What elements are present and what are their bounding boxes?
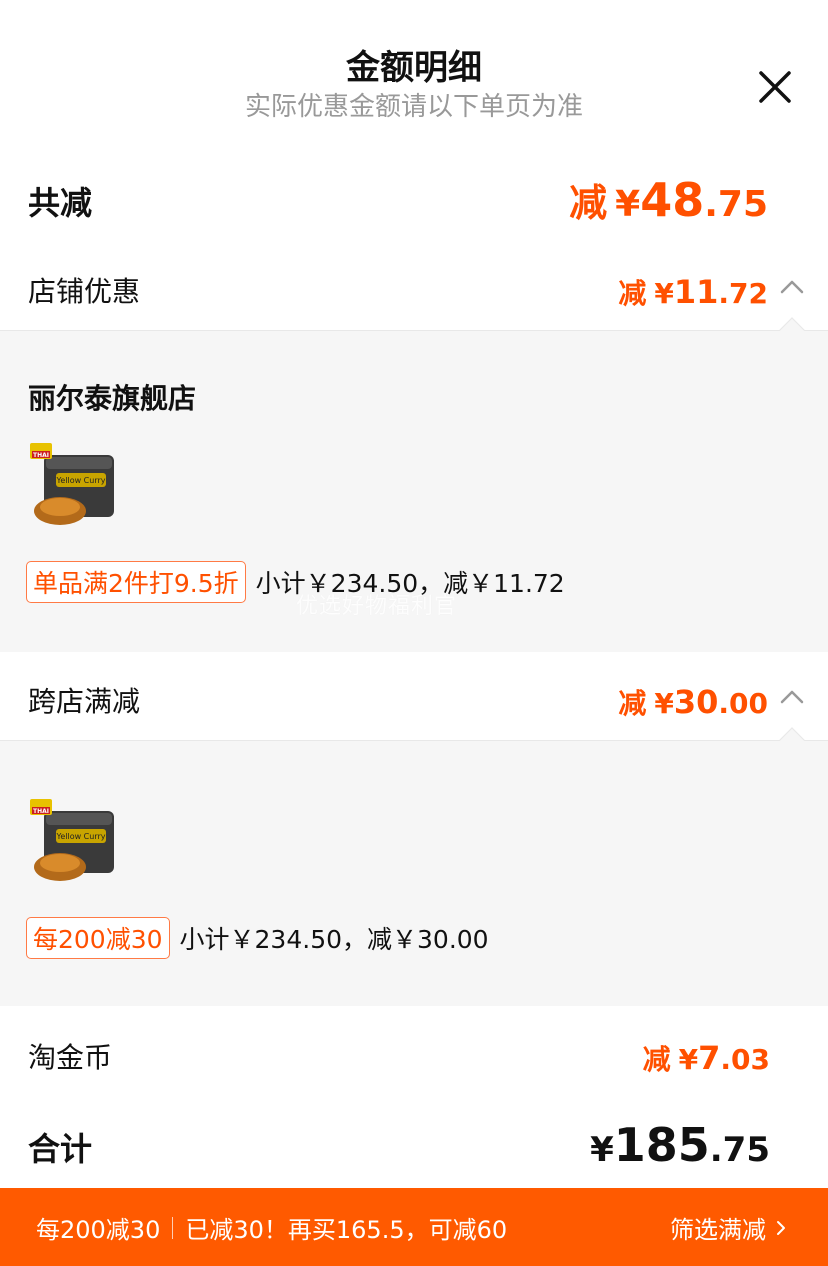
amount-decimal: .03 <box>720 1043 770 1076</box>
svg-text:Yellow Curry: Yellow Curry <box>56 476 106 485</box>
cross-store-label: 跨店满减 <box>28 685 141 718</box>
promo-status: 每200减30 已减30！再买165.5，可减60 <box>36 1210 507 1245</box>
currency-symbol: ¥ <box>678 1043 699 1076</box>
promo-detail: 小计￥234.50，减￥30.00 <box>179 925 489 954</box>
total-discount-label: 共减 <box>28 184 93 222</box>
product-thumbnail[interactable]: Yellow Curry THAI <box>26 797 118 889</box>
sum-label: 合计 <box>28 1130 93 1168</box>
store-discount-amount[interactable]: 减 ¥ 11 .72 <box>618 272 768 312</box>
discount-prefix: 减 <box>642 1043 671 1076</box>
currency-symbol: ¥ <box>590 1130 614 1170</box>
sheet-subtitle: 实际优惠金额请以下单页为准 <box>244 92 583 122</box>
coins-label: 淘金币 <box>28 1041 113 1074</box>
currency-symbol: ¥ <box>654 277 674 310</box>
cross-store-panel: Yellow Curry THAI 每200减30 小计￥234.50，减￥30… <box>0 727 828 1006</box>
amount-detail-sheet: 金额明细 实际优惠金额请以下单页为准 共减 减 ¥ 48 .75 店铺优惠 减 … <box>0 0 828 1266</box>
coins-amount: 减 ¥ 7 .03 <box>643 1038 770 1078</box>
amount-integer: 7 <box>698 1039 721 1077</box>
shop-name[interactable]: 丽尔泰旗舰店 <box>28 377 196 417</box>
svg-text:THAI: THAI <box>33 452 49 459</box>
amount-integer: 48 <box>640 173 705 227</box>
product-thumbnail[interactable]: Yellow Curry THAI <box>26 441 118 533</box>
currency-symbol: ¥ <box>615 184 641 225</box>
store-discount-label: 店铺优惠 <box>28 275 141 308</box>
svg-text:THAI: THAI <box>33 808 49 815</box>
divider <box>172 1216 174 1239</box>
discount-prefix: 减 <box>618 687 647 720</box>
sheet-title: 金额明细 <box>346 48 482 88</box>
amount-decimal: .00 <box>718 687 768 720</box>
panel-notch <box>779 727 805 753</box>
amount-integer: 185 <box>613 1118 710 1172</box>
amount-decimal: .72 <box>718 277 768 310</box>
discount-prefix: 减 <box>618 277 647 310</box>
sheet-header: 金额明细 实际优惠金额请以下单页为准 <box>0 0 828 150</box>
amount-integer: 11 <box>673 273 719 311</box>
amount-decimal: .75 <box>709 1130 770 1170</box>
watermark: 优选好物福利官 <box>296 594 458 619</box>
amount-integer: 30 <box>673 683 719 721</box>
panel-notch <box>779 317 805 343</box>
promo-tag: 每200减30 <box>26 917 170 959</box>
promo-progress: 已减30！再买165.5，可减60 <box>185 1216 508 1244</box>
promo-rule: 每200减30 <box>36 1216 161 1244</box>
filter-promo-label: 筛选满减 <box>670 1216 766 1244</box>
chevron-right-icon <box>777 1220 785 1235</box>
svg-text:Yellow Curry: Yellow Curry <box>56 832 106 841</box>
amount-decimal: .75 <box>704 184 768 225</box>
discount-prefix: 减 <box>569 181 608 225</box>
sum-amount: ¥ 185 .75 <box>590 1118 770 1172</box>
close-icon[interactable] <box>752 64 798 110</box>
cross-store-amount[interactable]: 减 ¥ 30 .00 <box>618 682 768 722</box>
total-discount-amount: 减 ¥ 48 .75 <box>569 172 768 227</box>
chevron-up-icon[interactable] <box>778 274 806 302</box>
chevron-up-icon[interactable] <box>778 684 806 712</box>
promo-tag: 单品满2件打9.5折 <box>26 561 246 603</box>
filter-promo-button[interactable]: 筛选满减 <box>670 1210 790 1245</box>
promo-bottom-bar: 每200减30 已减30！再买165.5，可减60 筛选满减 <box>0 1188 828 1266</box>
currency-symbol: ¥ <box>654 687 674 720</box>
cross-store-promo-line: 每200减30 小计￥234.50，减￥30.00 <box>26 917 489 959</box>
